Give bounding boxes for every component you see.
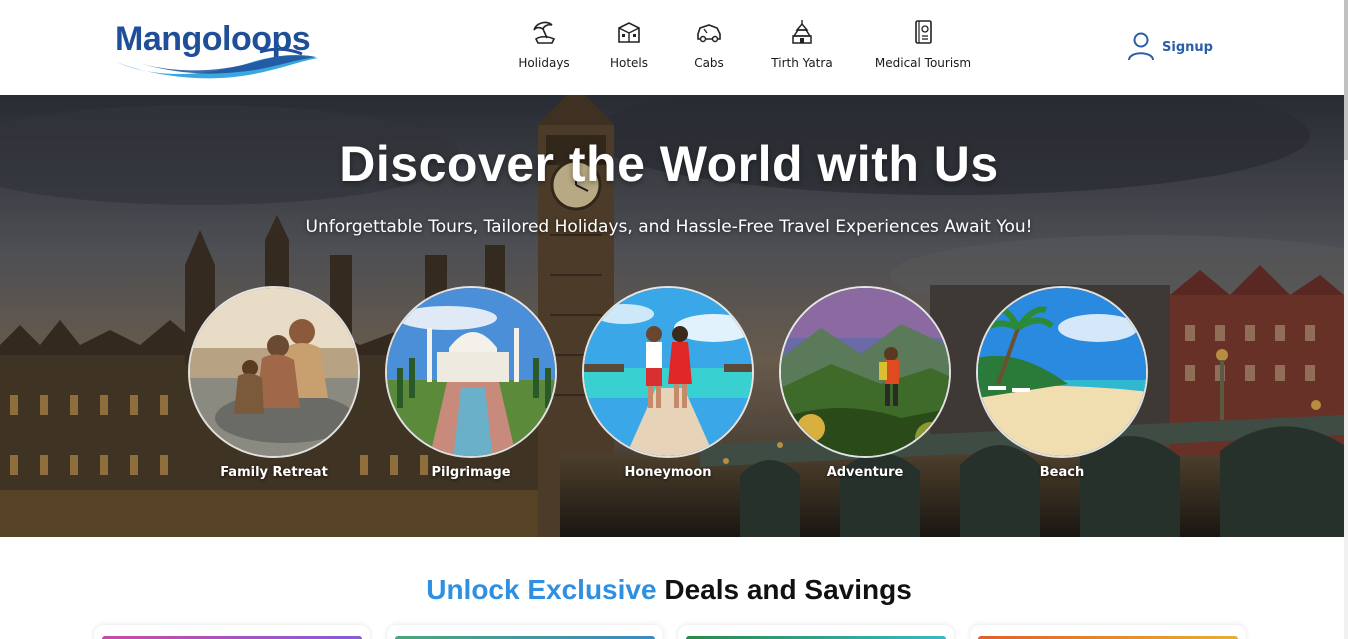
nav-item-tirth-yatra[interactable]: Tirth Yatra xyxy=(767,18,837,74)
hero-subtitle: Unforgettable Tours, Tailored Holidays, … xyxy=(305,217,1033,237)
nav-item-holidays[interactable]: Holidays xyxy=(513,18,575,74)
temple-icon xyxy=(792,20,812,44)
deal-card[interactable] xyxy=(970,625,1246,639)
user-icon xyxy=(1128,32,1154,61)
deal-card[interactable] xyxy=(678,625,954,639)
category-label: Pilgrimage xyxy=(431,465,511,480)
category-beach[interactable]: Beach xyxy=(976,286,1148,480)
nav-item-label: Hotels xyxy=(609,56,649,70)
nav-item-cabs[interactable]: Cabs xyxy=(687,18,731,74)
category-family-retreat[interactable]: Family Retreat xyxy=(188,286,360,480)
category-honeymoon[interactable]: Honeymoon xyxy=(582,286,754,480)
honeymoon-image xyxy=(582,286,754,458)
car-icon xyxy=(697,24,721,43)
page-scrollbar[interactable] xyxy=(1344,0,1348,639)
hero-banner: Discover the World with Us Unforgettable… xyxy=(0,95,1344,537)
deal-card[interactable] xyxy=(387,625,663,639)
signup-label: Signup xyxy=(1162,40,1213,55)
category-label: Family Retreat xyxy=(220,465,328,480)
category-adventure[interactable]: Adventure xyxy=(779,286,951,480)
site-header: Mangoloops Holidays Hotels Cabs Tirth Ya… xyxy=(0,0,1348,95)
nav-item-label: Cabs xyxy=(694,56,724,70)
nav-item-label: Tirth Yatra xyxy=(771,56,833,70)
deals-heading-rest: Deals and Savings xyxy=(656,574,912,605)
beach-image xyxy=(976,286,1148,458)
hotel-icon xyxy=(618,22,640,43)
hero-title: Discover the World with Us xyxy=(339,136,999,192)
deals-heading: Unlock Exclusive Deals and Savings xyxy=(0,574,1338,606)
medical-passport-icon xyxy=(915,20,932,44)
nav-item-medical-tourism[interactable]: Medical Tourism xyxy=(873,18,973,74)
category-label: Honeymoon xyxy=(624,465,712,480)
nav-item-label: Medical Tourism xyxy=(874,56,972,70)
category-label: Adventure xyxy=(826,465,904,480)
nav-item-hotels[interactable]: Hotels xyxy=(603,18,655,74)
family-retreat-image xyxy=(188,286,360,458)
scrollbar-thumb[interactable] xyxy=(1344,0,1348,160)
category-label: Beach xyxy=(1039,465,1085,480)
brand-logo[interactable]: Mangoloops xyxy=(112,18,324,80)
logo-wave-icon xyxy=(116,48,318,79)
pilgrimage-image xyxy=(385,286,557,458)
nav-item-label: Holidays xyxy=(518,56,570,70)
umbrella-icon xyxy=(533,21,556,44)
deals-heading-accent: Unlock Exclusive xyxy=(426,574,657,605)
adventure-image xyxy=(779,286,951,458)
deal-card[interactable] xyxy=(94,625,370,639)
category-pilgrimage[interactable]: Pilgrimage xyxy=(385,286,557,480)
